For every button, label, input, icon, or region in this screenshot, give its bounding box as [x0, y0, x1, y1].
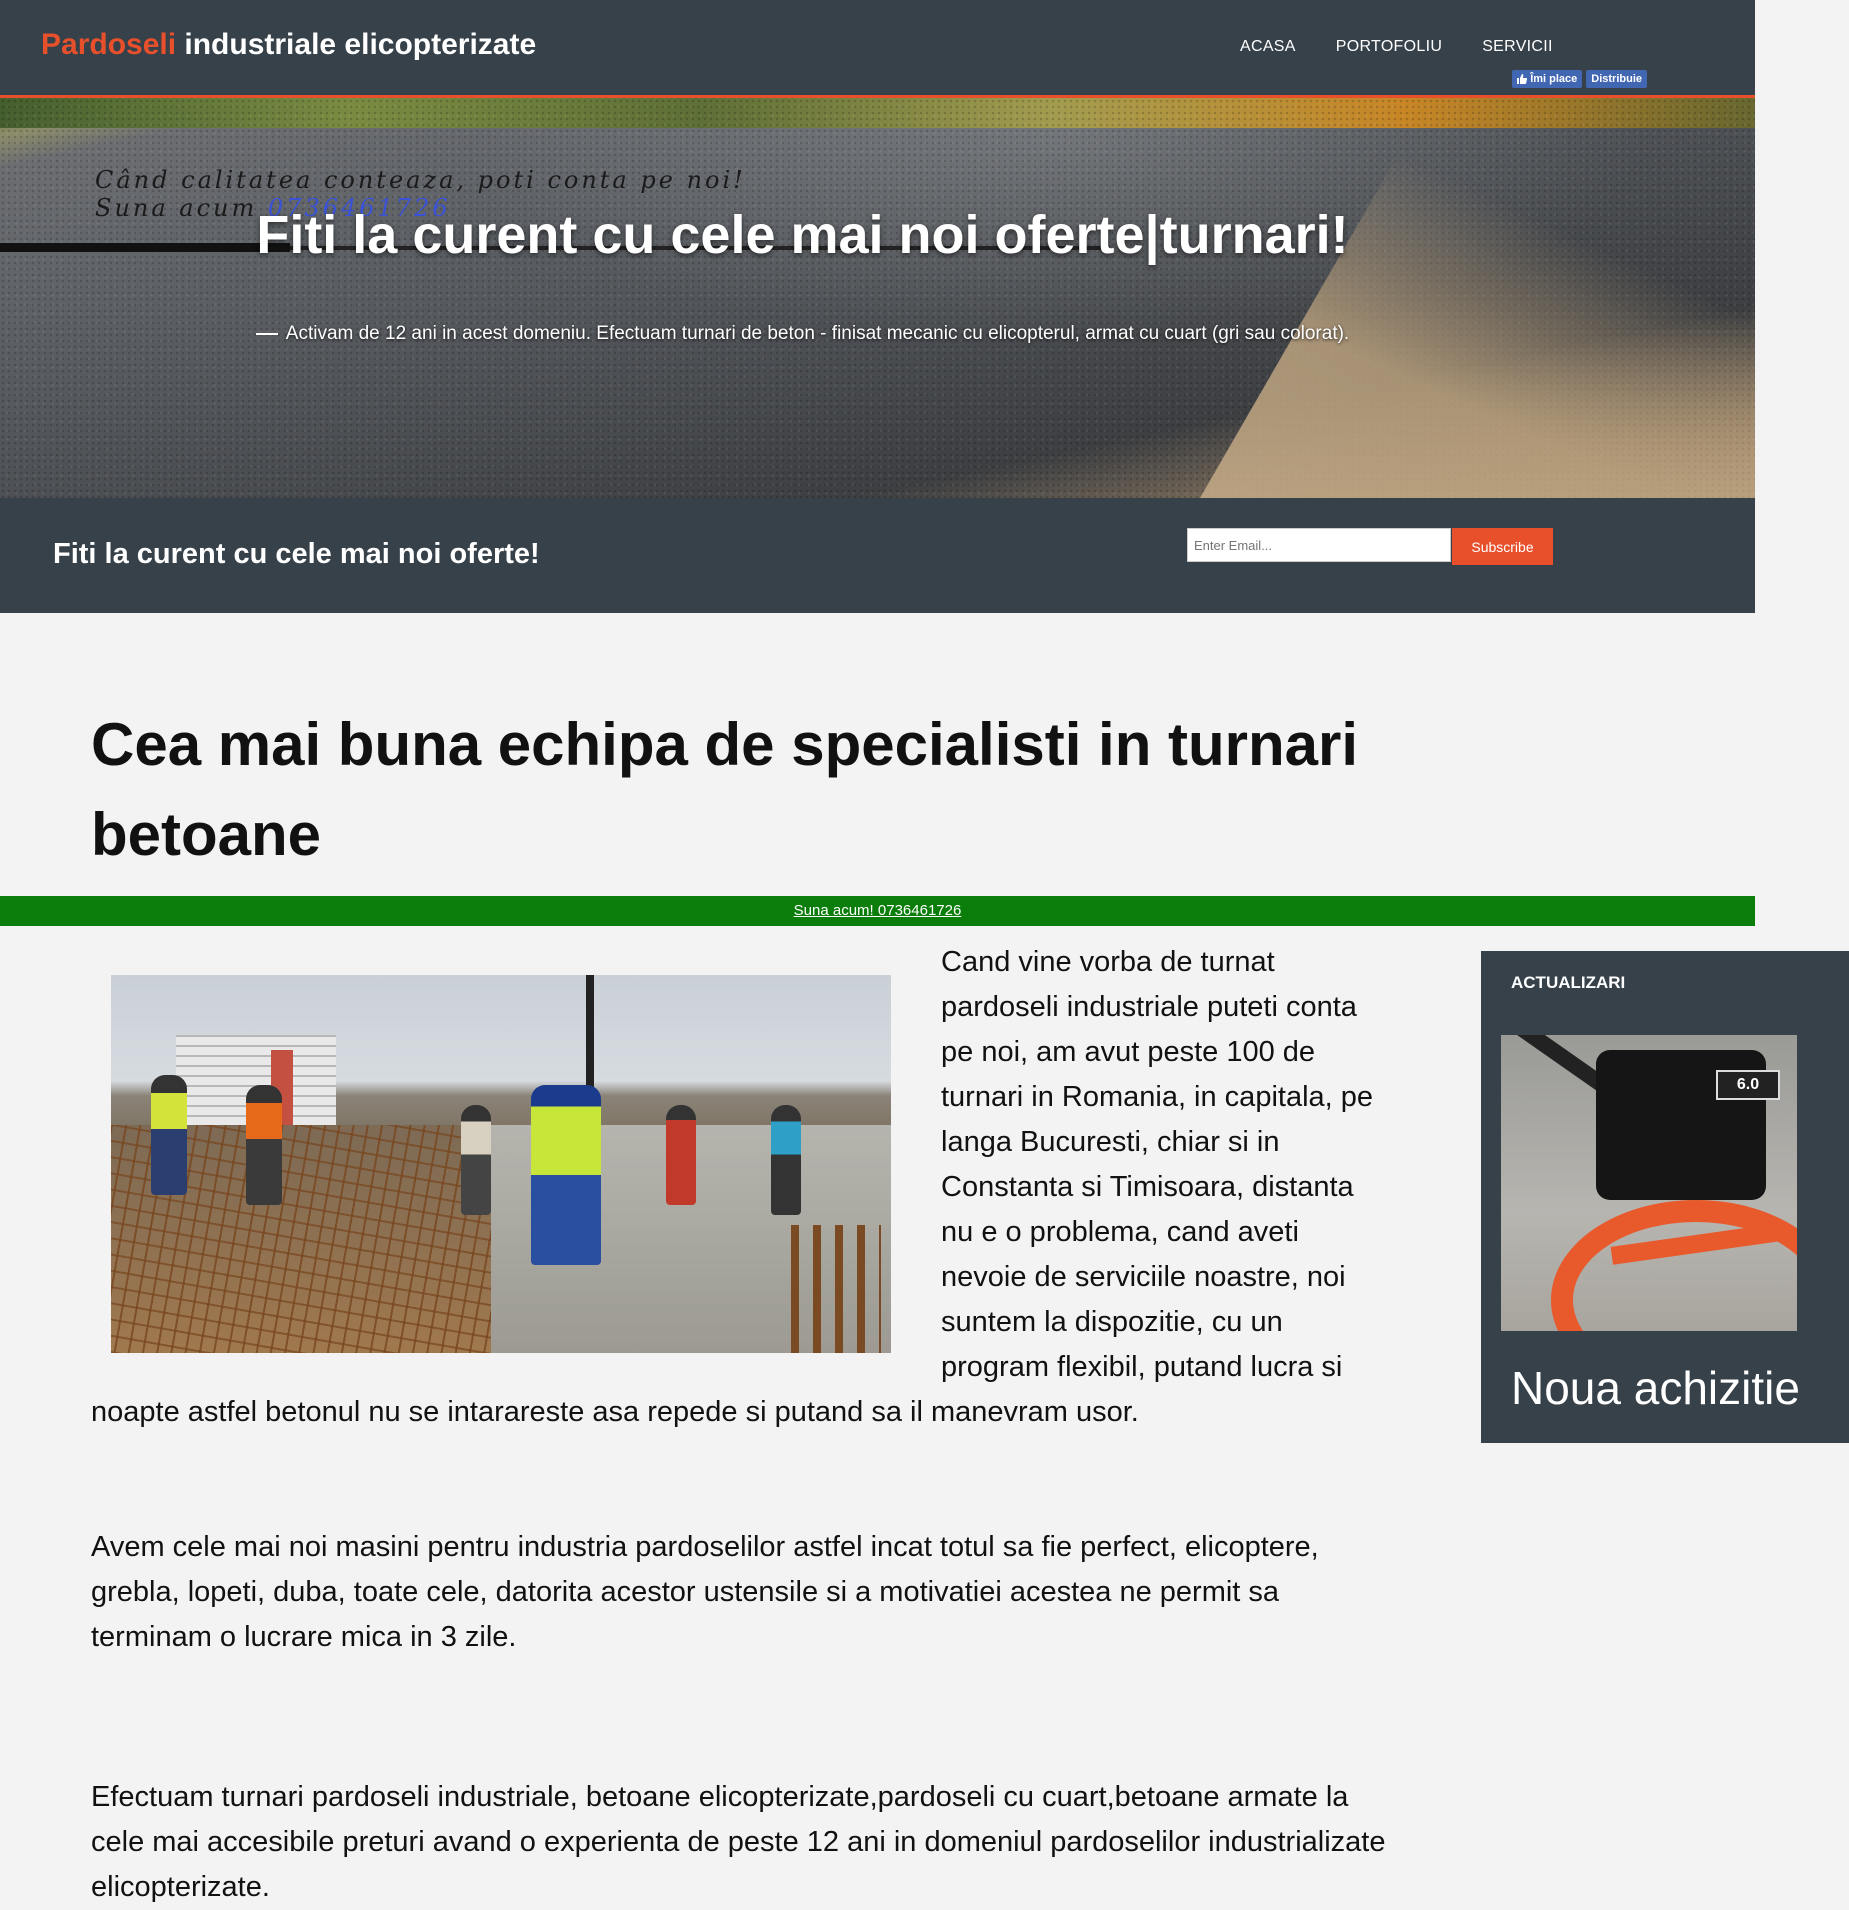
updates-sidebar: ACTUALIZARI 6.0 Noua achizitie — [1481, 951, 1849, 1443]
hero-subtitle-wrap: Activam de 12 ani in acest domeniu. Efec… — [0, 323, 1605, 345]
fb-like-button[interactable]: Îmi place — [1512, 70, 1583, 88]
site-brand[interactable]: Pardoseli industriale elicopterizate — [41, 28, 536, 62]
nav-portofoliu[interactable]: PORTOFOLIU — [1336, 38, 1442, 56]
thumbs-up-icon — [1517, 74, 1528, 84]
engine-label: 6.0 — [1716, 1070, 1780, 1100]
sidebar-heading: ACTUALIZARI — [1511, 973, 1626, 992]
subscribe-button[interactable]: Subscribe — [1452, 528, 1553, 565]
sidebar-image[interactable]: 6.0 — [1501, 1035, 1797, 1331]
article-paragraph-2: Avem cele mai noi masini pentru industri… — [91, 1531, 1319, 1653]
subtitle-dash — [255, 332, 278, 335]
photo-worker — [531, 1085, 601, 1265]
site-header: Pardoseli industriale elicopterizate ACA… — [0, 0, 1755, 98]
photo-worker — [151, 1075, 187, 1195]
hero-banner: Când calitatea conteaza, poti conta pe n… — [0, 98, 1755, 498]
facebook-buttons: Îmi place Distribuie — [1512, 70, 1647, 88]
photo-worker — [461, 1105, 491, 1215]
machine-ring — [1551, 1200, 1797, 1331]
workers-photo — [111, 975, 891, 1353]
photo-worker — [246, 1085, 282, 1205]
page-title: Cea mai buna echipa de specialisti in tu… — [91, 711, 1359, 868]
email-input[interactable] — [1187, 528, 1451, 562]
sidebar-caption[interactable]: Noua achizitie — [1511, 1361, 1800, 1415]
call-bar: Suna acum! 0736461726 — [0, 896, 1755, 926]
hero-subtitle: Activam de 12 ani in acest domeniu. Efec… — [285, 323, 1350, 344]
photo-worker — [666, 1105, 696, 1205]
fb-share-button[interactable]: Distribuie — [1586, 70, 1647, 88]
brand-accent[interactable]: Pardoseli — [41, 28, 176, 61]
main-article: Cand vine vorba de turnat pardoseli indu… — [91, 940, 1391, 1910]
photo-worker — [771, 1105, 801, 1215]
call-link[interactable]: Suna acum! 0736461726 — [794, 902, 962, 919]
slogan-line1: Când calitatea conteaza, poti conta pe n… — [95, 166, 746, 194]
subscribe-band: Fiti la curent cu cele mai noi oferte! S… — [0, 498, 1755, 613]
fb-like-label: Îmi place — [1530, 73, 1578, 85]
photo-posts — [791, 1225, 881, 1353]
nav-servicii[interactable]: SERVICII — [1482, 38, 1553, 56]
subscribe-heading: Fiti la curent cu cele mai noi oferte! — [53, 538, 540, 570]
hero-title: Fiti la curent cu cele mai noi oferte|tu… — [256, 205, 1349, 265]
brand-rest[interactable]: industriale elicopterizate — [176, 28, 536, 61]
article-paragraph-3: Efectuam turnari pardoseli industriale, … — [91, 1781, 1386, 1903]
nav-acasa[interactable]: ACASA — [1240, 38, 1296, 56]
main-nav: ACASA PORTOFOLIU SERVICII — [1240, 38, 1553, 56]
